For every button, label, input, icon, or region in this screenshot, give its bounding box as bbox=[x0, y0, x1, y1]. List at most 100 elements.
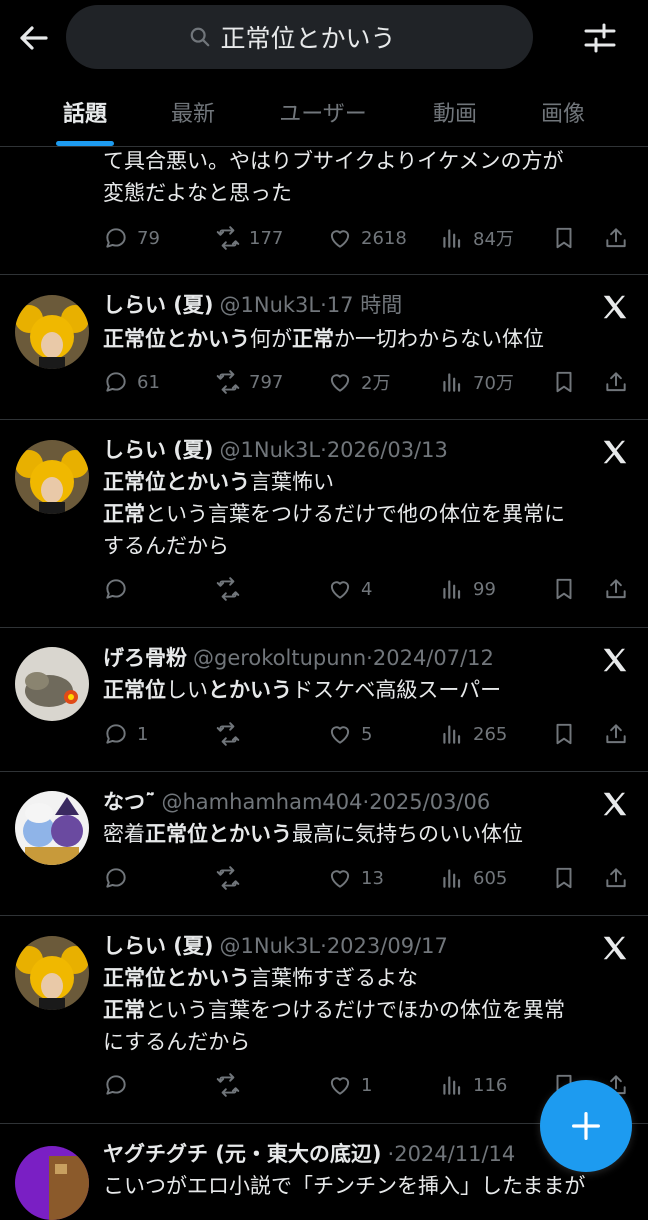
handle[interactable]: @hamhamham404 bbox=[162, 790, 363, 814]
post[interactable]: なつ˜̈ @hamhamham404·2025/03/06 密着正常位とかいう最高… bbox=[0, 772, 648, 916]
views-button[interactable]: 265 bbox=[439, 718, 507, 750]
avatar-image bbox=[15, 936, 89, 1010]
reply-button[interactable]: 61 bbox=[103, 366, 160, 398]
post[interactable]: げろ骨粉 @gerokoltupunn·2024/07/12 正常位しいとかいうド… bbox=[0, 628, 648, 772]
repost-button[interactable] bbox=[215, 573, 249, 605]
share-button[interactable] bbox=[603, 862, 629, 894]
heart-icon bbox=[330, 870, 350, 888]
avatar-image bbox=[15, 440, 89, 514]
post-actions: 79 177 2618 84万 bbox=[103, 222, 633, 254]
compose-button[interactable] bbox=[540, 1080, 632, 1172]
display-name[interactable]: ヤグチグチ (元・東大の底辺) bbox=[103, 1142, 382, 1166]
post-header: しらい (夏) @1Nuk3L·2023/09/17 bbox=[103, 931, 448, 961]
timestamp[interactable]: 2023/09/17 bbox=[327, 934, 448, 958]
bookmark-button[interactable] bbox=[551, 573, 577, 605]
post-text-line: 変態だよなと思った bbox=[103, 181, 292, 205]
views-button[interactable]: 116 bbox=[439, 1069, 507, 1101]
avatar[interactable] bbox=[15, 295, 89, 369]
timestamp[interactable]: 2024/07/12 bbox=[373, 646, 494, 670]
avatar[interactable] bbox=[15, 791, 89, 865]
timestamp[interactable]: 2026/03/13 bbox=[327, 438, 448, 462]
reply-button[interactable] bbox=[103, 862, 137, 894]
share-icon bbox=[606, 372, 626, 392]
post-text-line: 正常位とかいう言葉怖すぎるよな bbox=[103, 966, 418, 990]
post[interactable]: しらい (夏) @1Nuk3L·2026/03/13 正常位とかいう言葉怖い 正常… bbox=[0, 420, 648, 628]
tab-top[interactable]: 話題 bbox=[40, 88, 130, 146]
reply-button[interactable] bbox=[103, 573, 137, 605]
post-text: て具合悪い。やはりブサイクよりイケメンの方が 変態だよなと思った bbox=[103, 145, 623, 209]
like-button[interactable]: 13 bbox=[327, 862, 384, 894]
heart-icon bbox=[330, 374, 350, 392]
reply-button[interactable] bbox=[103, 1069, 137, 1101]
like-button[interactable]: 5 bbox=[327, 718, 372, 750]
search-input[interactable] bbox=[220, 22, 411, 52]
x-logo-icon bbox=[603, 648, 627, 672]
repost-button[interactable] bbox=[215, 718, 249, 750]
reply-count: 79 bbox=[137, 227, 160, 249]
back-button[interactable] bbox=[14, 18, 54, 58]
post-text-line: にするんだから bbox=[103, 1030, 251, 1054]
avatar[interactable] bbox=[15, 440, 89, 514]
post-text: 正常位とかいう言葉怖すぎるよな 正常という言葉をつけるだけでほかの体位を異常 に… bbox=[103, 962, 623, 1058]
post-text-line: 正常位とかいう何が正常か一切わからない体位 bbox=[103, 327, 544, 351]
views-button[interactable]: 84万 bbox=[439, 222, 514, 254]
like-count: 5 bbox=[361, 723, 373, 745]
tab-images[interactable]: 画像 bbox=[518, 88, 608, 146]
tab-latest[interactable]: 最新 bbox=[148, 88, 238, 146]
views-count: 265 bbox=[473, 723, 508, 745]
post[interactable]: しらい (夏) @1Nuk3L·2023/09/17 正常位とかいう言葉怖すぎるよ… bbox=[0, 916, 648, 1124]
repost-button[interactable]: 177 bbox=[215, 222, 283, 254]
post-actions: 4 99 bbox=[103, 573, 633, 605]
views-button[interactable]: 70万 bbox=[439, 366, 514, 398]
handle-time: @gerokoltupunn·2024/07/12 bbox=[193, 646, 494, 670]
bar-chart-icon bbox=[443, 869, 461, 888]
tab-people[interactable]: ユーザー bbox=[258, 88, 388, 146]
repost-button[interactable] bbox=[215, 1069, 249, 1101]
reply-icon bbox=[106, 372, 126, 392]
display-name[interactable]: なつ˜̈ bbox=[103, 790, 156, 814]
avatar[interactable] bbox=[15, 936, 89, 1010]
bar-chart-icon bbox=[443, 580, 461, 599]
post-actions: 61 797 2万 70万 bbox=[103, 366, 633, 398]
bookmark-button[interactable] bbox=[551, 366, 577, 398]
post[interactable]: て具合悪い。やはりブサイクよりイケメンの方が 変態だよなと思った 79 177 … bbox=[0, 140, 648, 275]
reply-button[interactable]: 79 bbox=[103, 222, 160, 254]
share-button[interactable] bbox=[603, 718, 629, 750]
bookmark-button[interactable] bbox=[551, 222, 577, 254]
bookmark-button[interactable] bbox=[551, 862, 577, 894]
like-button[interactable]: 4 bbox=[327, 573, 372, 605]
views-button[interactable]: 605 bbox=[439, 862, 507, 894]
tab-media[interactable]: 動画 bbox=[410, 88, 500, 146]
display-name[interactable]: しらい (夏) bbox=[103, 438, 214, 462]
share-button[interactable] bbox=[603, 222, 629, 254]
search-filter-button[interactable] bbox=[580, 18, 620, 58]
avatar[interactable] bbox=[15, 1146, 89, 1220]
search-bar[interactable] bbox=[66, 5, 533, 69]
post[interactable]: しらい (夏) @1Nuk3L·17 時間 正常位とかいう何が正常か一切わからない… bbox=[0, 275, 648, 420]
arrow-left-icon bbox=[20, 26, 48, 50]
avatar[interactable] bbox=[15, 647, 89, 721]
handle[interactable]: @1Nuk3L bbox=[220, 438, 321, 462]
repost-icon bbox=[216, 370, 240, 394]
like-button[interactable]: 1 bbox=[327, 1069, 372, 1101]
like-button[interactable]: 2618 bbox=[327, 222, 407, 254]
reply-button[interactable]: 1 bbox=[103, 718, 148, 750]
display-name[interactable]: しらい (夏) bbox=[103, 934, 214, 958]
timestamp[interactable]: 17 時間 bbox=[327, 293, 402, 317]
display-name[interactable]: げろ骨粉 bbox=[103, 646, 187, 670]
timestamp[interactable]: 2025/03/06 bbox=[369, 790, 490, 814]
like-button[interactable]: 2万 bbox=[327, 366, 390, 398]
share-button[interactable] bbox=[603, 573, 629, 605]
views-button[interactable]: 99 bbox=[439, 573, 496, 605]
timestamp[interactable]: 2024/11/14 bbox=[394, 1142, 515, 1166]
bookmark-button[interactable] bbox=[551, 718, 577, 750]
repost-icon bbox=[216, 1073, 240, 1097]
handle[interactable]: @1Nuk3L bbox=[220, 934, 321, 958]
post-header: しらい (夏) @1Nuk3L·17 時間 bbox=[103, 290, 402, 320]
share-button[interactable] bbox=[603, 366, 629, 398]
repost-button[interactable]: 797 bbox=[215, 366, 283, 398]
repost-button[interactable] bbox=[215, 862, 249, 894]
handle[interactable]: @gerokoltupunn bbox=[193, 646, 366, 670]
handle[interactable]: @1Nuk3L bbox=[220, 293, 321, 317]
display-name[interactable]: しらい (夏) bbox=[103, 293, 214, 317]
